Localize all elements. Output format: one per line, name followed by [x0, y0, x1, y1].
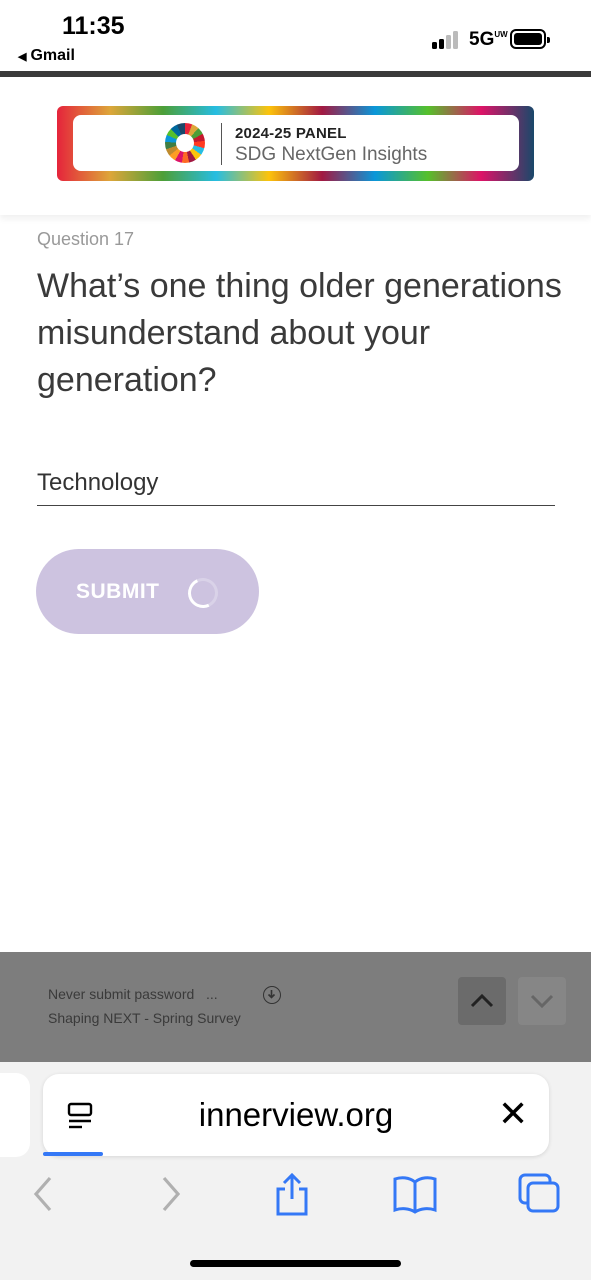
banner-subtitle: SDG NextGen Insights	[235, 144, 428, 165]
cellular-signal-icon	[432, 31, 462, 49]
book-icon	[393, 1176, 437, 1214]
status-bar: 11:35 ◀ Gmail 5GUW	[0, 0, 591, 72]
back-app-label: Gmail	[30, 47, 75, 64]
share-button[interactable]	[267, 1170, 317, 1218]
chevron-right-icon	[162, 1176, 181, 1212]
back-to-gmail-link[interactable]: ◀ Gmail	[18, 47, 75, 65]
battery-icon	[510, 29, 550, 49]
tabs-button[interactable]	[514, 1170, 564, 1218]
chevron-left-icon	[33, 1176, 52, 1212]
back-button[interactable]	[18, 1170, 68, 1218]
tab-overlay: Never submit password ... Shaping NEXT -…	[0, 952, 591, 1062]
answer-input[interactable]	[37, 460, 555, 506]
question-number: Question 17	[37, 229, 135, 249]
home-indicator	[190, 1260, 401, 1267]
status-time: 11:35	[62, 12, 125, 40]
back-triangle-icon: ◀	[18, 51, 27, 63]
submit-button[interactable]: SUBMIT	[36, 549, 259, 634]
bookmarks-button[interactable]	[390, 1170, 440, 1218]
sdg-wheel-logo-icon	[165, 123, 205, 163]
previous-tab-card[interactable]	[0, 1073, 30, 1157]
page-load-progress	[43, 1152, 103, 1156]
close-icon[interactable]: ✕	[498, 1096, 528, 1132]
network-type: 5GUW	[469, 29, 508, 50]
address-bar[interactable]: innerview.org ✕	[43, 1074, 549, 1156]
tab-line-survey[interactable]: Shaping NEXT - Spring Survey	[48, 1010, 241, 1026]
tabs-icon	[518, 1173, 560, 1213]
banner-divider	[221, 123, 222, 165]
chevron-down-icon[interactable]	[518, 977, 566, 1025]
panel-banner: 2024-25 PANEL SDG NextGen Insights	[57, 106, 534, 181]
browser-toolbar: innerview.org ✕	[0, 1062, 591, 1280]
banner-inner: 2024-25 PANEL SDG NextGen Insights	[73, 115, 519, 171]
banner-title: 2024-25 PANEL	[235, 125, 347, 142]
forward-button[interactable]	[146, 1170, 196, 1218]
tab-line-password[interactable]: Never submit password ...	[48, 986, 218, 1002]
url-text: innerview.org	[198, 1096, 394, 1133]
question-text: What’s one thing older generations misun…	[37, 267, 562, 399]
chevron-up-icon[interactable]	[458, 977, 506, 1025]
page-header: 2024-25 PANEL SDG NextGen Insights	[0, 77, 591, 215]
share-icon	[276, 1172, 308, 1216]
download-icon[interactable]	[263, 986, 281, 1004]
